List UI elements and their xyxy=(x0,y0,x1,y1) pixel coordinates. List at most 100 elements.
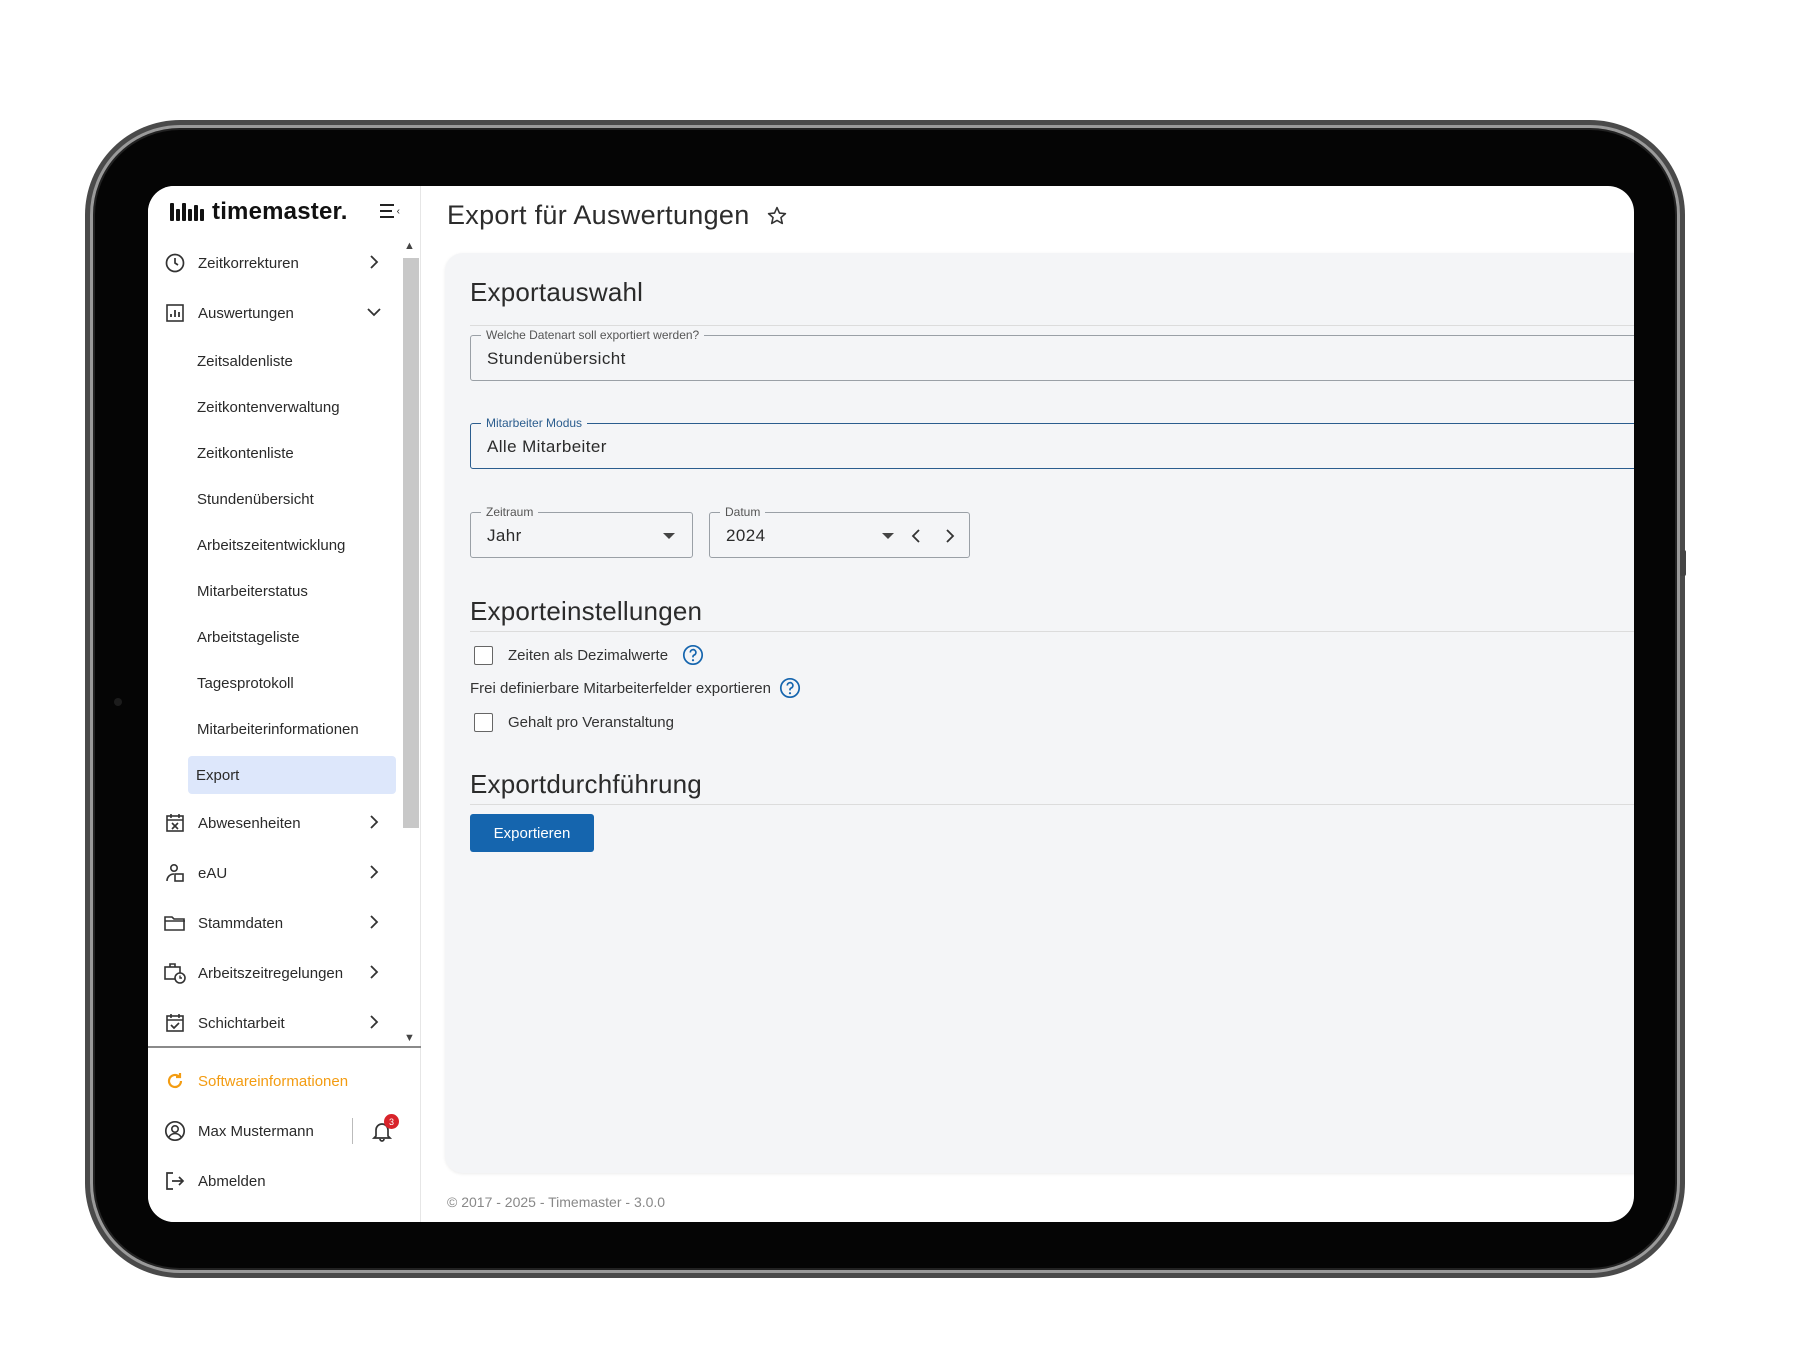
sidebar-nav: Zeitkorrekturen Auswertungen Zeitsaldenl… xyxy=(148,238,404,1046)
section-divider xyxy=(470,804,1634,805)
sidebar-subitem-zeitkontenliste[interactable]: Zeitkontenliste xyxy=(148,430,404,476)
logout-label: Abmelden xyxy=(198,1172,266,1190)
decimal-checkbox[interactable] xyxy=(474,645,493,665)
chevron-left-icon[interactable] xyxy=(908,527,924,545)
section-title-exportauswahl: Exportauswahl xyxy=(470,277,644,307)
sidebar-item-label: Schichtarbeit xyxy=(198,1014,285,1032)
export-card: Exportauswahl Welche Datenart soll expor… xyxy=(445,253,1634,1173)
section-title-exporteinstellungen: Exporteinstellungen xyxy=(470,596,703,626)
sidebar-item-auswertungen[interactable]: Auswertungen xyxy=(148,288,404,338)
scroll-up-icon[interactable]: ▲ xyxy=(404,240,415,252)
scroll-thumb[interactable] xyxy=(403,258,419,828)
sidebar-subitem-tagesprotokoll[interactable]: Tagesprotokoll xyxy=(148,660,404,706)
clock-icon xyxy=(164,252,186,274)
brand: timemaster. ‹ xyxy=(148,186,420,238)
user-circle-icon xyxy=(164,1120,186,1142)
person-doc-icon xyxy=(164,862,186,884)
sidebar-item-schichtarbeit[interactable]: Schichtarbeit xyxy=(148,998,404,1046)
help-icon[interactable] xyxy=(779,677,801,699)
sidebar-item-label: Auswertungen xyxy=(198,304,294,322)
sidebar-item-label: eAU xyxy=(198,864,228,882)
chevron-right-icon xyxy=(370,865,379,879)
section-title-exportdurchfuehrung: Exportdurchführung xyxy=(470,769,702,799)
footer-copyright: © 2017 - 2025 - Timemaster - 3.0.0 xyxy=(447,1194,666,1210)
section-divider xyxy=(470,325,1634,326)
sidebar-item-zeitkorrekturen[interactable]: Zeitkorrekturen xyxy=(148,238,404,288)
period-label: Zeitraum xyxy=(481,504,539,520)
logout-icon xyxy=(164,1170,186,1192)
sidebar-subitem-arbeitstageliste[interactable]: Arbeitstageliste xyxy=(148,614,404,660)
sidebar-subitem-zeitkontenverwaltung[interactable]: Zeitkontenverwaltung xyxy=(148,384,404,430)
caret-down-icon xyxy=(882,533,894,539)
salary-option: Gehalt pro Veranstaltung xyxy=(474,713,674,732)
sidebar-item-label: Abwesenheiten xyxy=(198,814,301,832)
software-info-label: Softwareinformationen xyxy=(198,1072,349,1090)
sidebar-item-abwesenheiten[interactable]: Abwesenheiten xyxy=(148,798,404,848)
collapse-menu-icon[interactable]: ‹ xyxy=(380,204,400,220)
sidebar-subitem-mitarbeiterstatus[interactable]: Mitarbeiterstatus xyxy=(148,568,404,614)
brand-name: timemaster. xyxy=(212,198,348,225)
sidebar-subitem-mitarbeiterinformationen[interactable]: Mitarbeiterinformationen xyxy=(148,706,404,752)
sidebar-footer: Softwareinformationen Max Mustermann 3 A… xyxy=(148,1046,421,1206)
salary-checkbox[interactable] xyxy=(474,713,493,732)
device-button xyxy=(1680,550,1686,576)
sidebar-item-eau[interactable]: eAU xyxy=(148,848,404,898)
user-name: Max Mustermann xyxy=(198,1122,314,1140)
export-button[interactable]: Exportieren xyxy=(470,814,594,852)
sidebar-item-stammdaten[interactable]: Stammdaten xyxy=(148,898,404,948)
sidebar-item-arbeitszeitregelungen[interactable]: Arbeitszeitregelungen xyxy=(148,948,404,998)
employee-mode-select[interactable]: Mitarbeiter Modus Alle Mitarbeiter xyxy=(470,415,1634,469)
employee-mode-label: Mitarbeiter Modus xyxy=(481,415,588,431)
custom-fields-option: Frei definierbare Mitarbeiterfelder expo… xyxy=(470,677,801,699)
chevron-right-icon xyxy=(370,915,379,929)
main-content: Export für Auswertungen Exportauswahl We… xyxy=(421,186,1634,1222)
sidebar-item-label: Zeitkorrekturen xyxy=(198,254,299,272)
user-profile[interactable]: Max Mustermann 3 xyxy=(148,1106,421,1156)
employee-mode-value: Alle Mitarbeiter xyxy=(487,437,607,456)
chevron-right-icon xyxy=(370,1015,379,1029)
sidebar-scrollbar[interactable]: ▲ ▼ xyxy=(400,238,420,1046)
scroll-down-icon[interactable]: ▼ xyxy=(404,1032,415,1044)
star-icon[interactable] xyxy=(766,205,788,227)
page-header: Export für Auswertungen xyxy=(447,200,788,231)
date-select[interactable]: Datum 2024 xyxy=(709,504,970,558)
datatype-label: Welche Datenart soll exportiert werden? xyxy=(481,327,705,343)
sidebar-subitem-export[interactable]: Export xyxy=(188,756,396,794)
datatype-select[interactable]: Welche Datenart soll exportiert werden? … xyxy=(470,327,1634,381)
folder-icon xyxy=(164,912,186,934)
chart-icon xyxy=(164,302,186,324)
salary-label: Gehalt pro Veranstaltung xyxy=(508,714,674,731)
chevron-right-icon xyxy=(370,255,379,269)
screen: timemaster. ‹ Zeitkorrekturen Auswertung… xyxy=(148,186,1634,1222)
brand-logo-icon xyxy=(170,203,204,221)
briefcase-clock-icon xyxy=(164,962,186,984)
refresh-icon xyxy=(164,1070,186,1092)
divider xyxy=(352,1118,353,1144)
section-divider xyxy=(470,631,1634,632)
sidebar-subitem-stundenuebersicht[interactable]: Stundenübersicht xyxy=(148,476,404,522)
notification-badge: 3 xyxy=(384,1114,399,1129)
software-info-link[interactable]: Softwareinformationen xyxy=(148,1056,421,1106)
page-title: Export für Auswertungen xyxy=(447,200,750,230)
chevron-down-icon xyxy=(367,308,381,317)
sidebar-subitem-arbeitszeitentwicklung[interactable]: Arbeitszeitentwicklung xyxy=(148,522,404,568)
sidebar: timemaster. ‹ Zeitkorrekturen Auswertung… xyxy=(148,186,421,1222)
chevron-right-icon xyxy=(370,815,379,829)
period-select[interactable]: Zeitraum Jahr xyxy=(470,504,693,558)
calendar-check-icon xyxy=(164,1012,186,1034)
calendar-x-icon xyxy=(164,812,186,834)
logout-link[interactable]: Abmelden xyxy=(148,1156,421,1206)
date-value: 2024 xyxy=(726,526,766,545)
chevron-right-icon xyxy=(370,965,379,979)
sidebar-subitem-zeitsaldenliste[interactable]: Zeitsaldenliste xyxy=(148,338,404,384)
period-value: Jahr xyxy=(487,526,522,545)
decimal-option: Zeiten als Dezimalwerte xyxy=(474,644,704,666)
chevron-right-icon[interactable] xyxy=(942,527,958,545)
sidebar-item-label: Arbeitszeitregelungen xyxy=(198,964,344,982)
date-label: Datum xyxy=(720,504,766,520)
datatype-value: Stundenübersicht xyxy=(487,349,626,368)
sidebar-item-label: Stammdaten xyxy=(198,914,284,932)
help-icon[interactable] xyxy=(682,644,704,666)
camera xyxy=(114,698,122,706)
decimal-label: Zeiten als Dezimalwerte xyxy=(508,646,669,664)
